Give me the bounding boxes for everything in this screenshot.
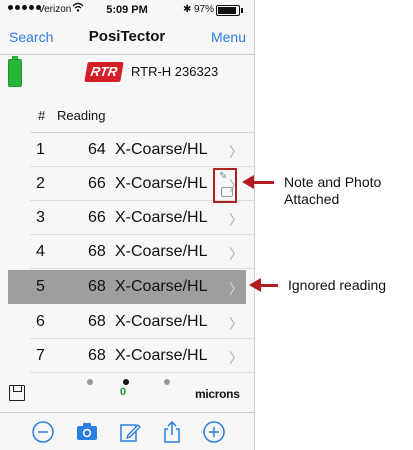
- chevron-right-icon: 〉: [229, 144, 243, 160]
- navigation-bar: Search PosiTector Menu: [0, 20, 254, 55]
- page-dot[interactable]: [87, 379, 93, 385]
- probe-info: RTR RTR-H 236323: [0, 55, 254, 95]
- battery-percent: 97%: [194, 4, 215, 15]
- row-number: 5: [36, 278, 45, 295]
- table-row[interactable]: 7 68 X-Coarse/HL 〉: [0, 339, 254, 373]
- bluetooth-icon: ✱: [183, 4, 192, 15]
- row-class: X-Coarse/HL: [115, 175, 208, 192]
- row-value: 66: [88, 175, 106, 192]
- note-photo-arrow: [242, 175, 274, 189]
- ignored-arrow: [249, 278, 278, 292]
- row-value: 68: [88, 347, 106, 364]
- probe-battery-icon: [8, 56, 22, 87]
- row-number: 2: [36, 175, 45, 192]
- page-dot-active[interactable]: [123, 379, 129, 385]
- battery-icon: [216, 5, 243, 16]
- row-number: 4: [36, 243, 45, 260]
- bottom-toolbar: [0, 412, 254, 450]
- row-number: 3: [36, 209, 45, 226]
- row-divider: [30, 268, 254, 269]
- status-bar: Verizon 5:09 PM ✱ 97%: [0, 0, 254, 20]
- row-value: 68: [88, 313, 106, 330]
- zero-indicator[interactable]: 0: [120, 386, 126, 398]
- minus-circle-icon[interactable]: [31, 420, 55, 444]
- chevron-right-icon: 〉: [229, 316, 243, 332]
- note-icon: ✎: [219, 171, 228, 182]
- row-value: 68: [88, 243, 106, 260]
- row-number: 6: [36, 313, 45, 330]
- row-class: X-Coarse/HL: [115, 313, 208, 330]
- column-header-reading: Reading: [57, 108, 106, 123]
- save-icon[interactable]: [9, 385, 25, 401]
- table-row[interactable]: 6 68 X-Coarse/HL 〉: [0, 305, 254, 339]
- edit-icon[interactable]: [118, 420, 142, 444]
- table-row-ignored[interactable]: 5 68 X-Coarse/HL 〉: [8, 270, 246, 304]
- row-class: X-Coarse/HL: [115, 209, 208, 226]
- rtr-logo: RTR: [84, 62, 124, 82]
- row-number: 7: [36, 347, 45, 364]
- units-label[interactable]: microns: [195, 387, 240, 401]
- chevron-right-icon: 〉: [229, 212, 243, 228]
- page-dot[interactable]: [164, 379, 170, 385]
- note-photo-indicator[interactable]: ✎: [213, 168, 237, 203]
- chevron-right-icon: 〉: [229, 281, 243, 297]
- camera-icon[interactable]: [75, 420, 99, 444]
- photo-icon: [221, 187, 233, 197]
- column-header-number: #: [38, 108, 46, 123]
- share-icon[interactable]: [160, 420, 184, 444]
- chevron-right-icon: 〉: [229, 246, 243, 262]
- row-divider: [30, 372, 254, 373]
- row-value: 68: [88, 278, 106, 295]
- chevron-right-icon: 〉: [229, 350, 243, 366]
- row-value: 66: [88, 209, 106, 226]
- table-header: # Reading: [0, 105, 254, 127]
- ignored-annotation: Ignored reading: [288, 277, 387, 293]
- row-class: X-Coarse/HL: [115, 141, 208, 158]
- row-number: 1: [36, 141, 45, 158]
- page-bar: 0 microns: [0, 376, 254, 412]
- table-row[interactable]: 4 68 X-Coarse/HL 〉: [0, 235, 254, 269]
- plus-circle-icon[interactable]: [202, 420, 226, 444]
- row-class: X-Coarse/HL: [115, 243, 208, 260]
- phone-screen: Verizon 5:09 PM ✱ 97% Search PosiTector …: [0, 0, 255, 450]
- table-row[interactable]: 1 64 X-Coarse/HL 〉: [0, 133, 254, 167]
- menu-button[interactable]: Menu: [211, 29, 246, 45]
- row-class: X-Coarse/HL: [115, 278, 208, 295]
- row-value: 64: [88, 141, 106, 158]
- probe-model: RTR-H 236323: [131, 64, 219, 79]
- note-photo-annotation: Note and Photo Attached: [284, 174, 382, 207]
- row-class: X-Coarse/HL: [115, 347, 208, 364]
- table-row[interactable]: 3 66 X-Coarse/HL 〉: [0, 201, 254, 235]
